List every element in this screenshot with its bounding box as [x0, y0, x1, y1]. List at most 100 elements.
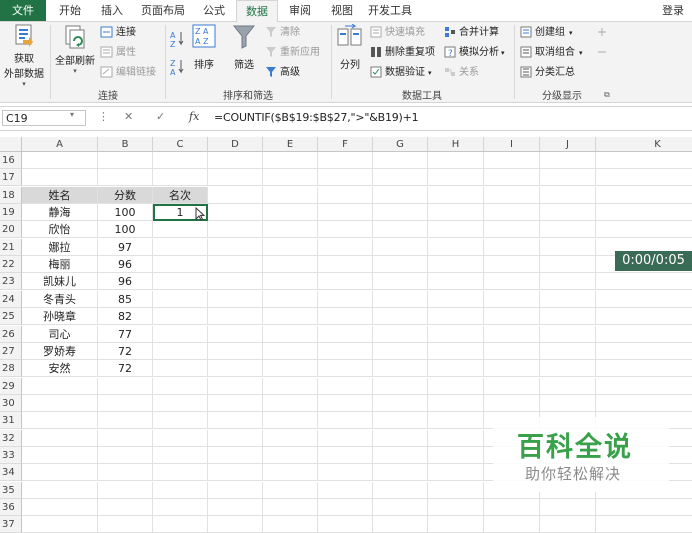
cell-j29[interactable]: [540, 377, 596, 395]
cell-d16[interactable]: [208, 152, 263, 169]
cell-g26[interactable]: [373, 325, 428, 343]
cell-c17[interactable]: [153, 169, 208, 187]
cell-k29[interactable]: [596, 378, 692, 395]
cell-d36[interactable]: [208, 499, 263, 516]
cell-h22[interactable]: [428, 256, 484, 274]
cell-a29[interactable]: [22, 377, 98, 395]
column-header-b[interactable]: B: [98, 137, 153, 152]
column-header-g[interactable]: G: [373, 137, 428, 152]
cell-a20[interactable]: 欣怡: [22, 221, 98, 239]
cell-g19[interactable]: [373, 204, 428, 222]
row-header-36[interactable]: 36: [0, 499, 22, 516]
cell-f31[interactable]: [318, 412, 373, 430]
cell-b30[interactable]: [98, 394, 153, 412]
row-header-33[interactable]: 33: [0, 446, 22, 464]
cell-b18[interactable]: 分数: [98, 186, 153, 204]
cell-e33[interactable]: [263, 446, 318, 464]
cell-c23[interactable]: [153, 273, 208, 291]
cell-f19[interactable]: [318, 204, 373, 222]
cell-b22[interactable]: 96: [98, 256, 153, 274]
cell-g17[interactable]: [373, 169, 428, 187]
select-all-corner[interactable]: [0, 137, 22, 152]
cell-d33[interactable]: [208, 446, 263, 464]
column-header-h[interactable]: H: [428, 137, 484, 152]
column-header-f[interactable]: F: [318, 137, 373, 152]
cell-c16[interactable]: [153, 152, 208, 169]
cell-b19[interactable]: 100: [98, 204, 153, 222]
cell-g24[interactable]: [373, 290, 428, 308]
cell-k23[interactable]: [596, 273, 692, 291]
cell-c32[interactable]: [153, 429, 208, 447]
cell-h20[interactable]: [428, 221, 484, 239]
cell-g30[interactable]: [373, 394, 428, 412]
cell-a23[interactable]: 凯妹儿: [22, 273, 98, 291]
cell-c31[interactable]: [153, 412, 208, 430]
tab-data[interactable]: 数据: [236, 0, 278, 23]
cell-j22[interactable]: [540, 256, 596, 274]
cell-f16[interactable]: [318, 152, 373, 169]
cell-h31[interactable]: [428, 412, 484, 430]
row-header-22[interactable]: 22: [0, 256, 22, 274]
row-header-16[interactable]: 16: [0, 152, 22, 169]
relationships-button[interactable]: 关系: [444, 65, 479, 81]
cell-h24[interactable]: [428, 290, 484, 308]
cell-d35[interactable]: [208, 481, 263, 499]
cell-f27[interactable]: [318, 342, 373, 360]
row-header-31[interactable]: 31: [0, 412, 22, 430]
formula-input[interactable]: =COUNTIF($B$19:$B$27,">"&B19)+1: [214, 111, 419, 124]
cell-a24[interactable]: 冬青头: [22, 290, 98, 308]
cell-b32[interactable]: [98, 429, 153, 447]
tab-view[interactable]: 视图: [322, 0, 362, 21]
cell-d20[interactable]: [208, 221, 263, 239]
cell-h17[interactable]: [428, 169, 484, 187]
cell-e30[interactable]: [263, 394, 318, 412]
cell-g16[interactable]: [373, 152, 428, 169]
show-detail-icon[interactable]: [596, 26, 608, 38]
cell-b24[interactable]: 85: [98, 290, 153, 308]
cell-f35[interactable]: [318, 481, 373, 499]
cell-a33[interactable]: [22, 446, 98, 464]
cell-h30[interactable]: [428, 394, 484, 412]
ungroup-button[interactable]: 取消组合 ▾: [520, 45, 583, 61]
cell-j20[interactable]: [540, 221, 596, 239]
cell-j19[interactable]: [540, 204, 596, 222]
cell-b34[interactable]: [98, 464, 153, 482]
cell-c36[interactable]: [153, 499, 208, 516]
cell-f25[interactable]: [318, 308, 373, 326]
row-header-30[interactable]: 30: [0, 394, 22, 412]
cell-g28[interactable]: [373, 360, 428, 378]
cell-h16[interactable]: [428, 152, 484, 169]
cell-f36[interactable]: [318, 499, 373, 516]
properties-button[interactable]: 属性: [100, 45, 136, 61]
cell-b29[interactable]: [98, 377, 153, 395]
cell-j25[interactable]: [540, 308, 596, 326]
cell-d25[interactable]: [208, 308, 263, 326]
cell-j16[interactable]: [540, 152, 596, 169]
cell-d26[interactable]: [208, 325, 263, 343]
cell-a22[interactable]: 梅丽: [22, 256, 98, 274]
cell-h19[interactable]: [428, 204, 484, 222]
tab-home[interactable]: 开始: [50, 0, 90, 21]
cell-h23[interactable]: [428, 273, 484, 291]
cell-c34[interactable]: [153, 464, 208, 482]
cell-j24[interactable]: [540, 290, 596, 308]
row-header-34[interactable]: 34: [0, 464, 22, 482]
get-external-data-button[interactable]: 获取 外部数据 ▾: [0, 24, 48, 88]
cell-g22[interactable]: [373, 256, 428, 274]
row-header-29[interactable]: 29: [0, 377, 22, 395]
cell-d17[interactable]: [208, 169, 263, 187]
what-if-analysis-button[interactable]: ? 模拟分析 ▾: [444, 45, 505, 61]
cell-i36[interactable]: [484, 499, 540, 516]
cell-i19[interactable]: [484, 204, 540, 222]
cell-j21[interactable]: [540, 238, 596, 256]
flash-fill-button[interactable]: 快速填充: [370, 25, 425, 41]
cell-d21[interactable]: [208, 238, 263, 256]
cell-i17[interactable]: [484, 169, 540, 187]
cell-d31[interactable]: [208, 412, 263, 430]
cell-j27[interactable]: [540, 342, 596, 360]
cell-a26[interactable]: 司心: [22, 325, 98, 343]
row-header-20[interactable]: 20: [0, 221, 22, 239]
cell-j23[interactable]: [540, 273, 596, 291]
cell-e17[interactable]: [263, 169, 318, 187]
cell-k26[interactable]: [596, 326, 692, 343]
